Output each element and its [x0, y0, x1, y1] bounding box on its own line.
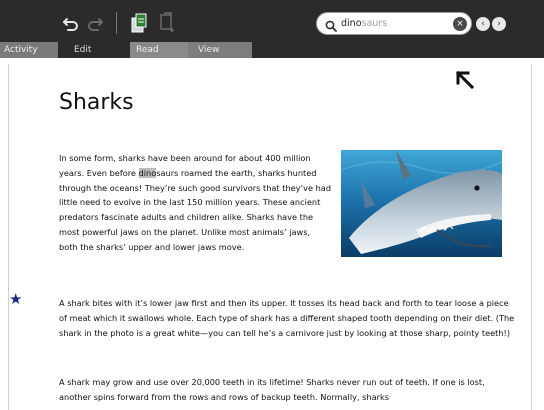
mouse-pointer-icon	[455, 70, 475, 94]
search-typed-text: dino	[341, 18, 362, 29]
tab-edit[interactable]: Edit	[58, 42, 114, 58]
find-previous-button[interactable]: ‹	[476, 17, 490, 31]
tab-activity[interactable]: Activity	[0, 42, 58, 58]
tab-read[interactable]: Read	[130, 42, 188, 58]
search-input[interactable]: dinosaurs	[341, 17, 387, 31]
shark-photo	[341, 150, 502, 257]
paste-icon[interactable]	[156, 11, 178, 35]
redo-icon[interactable]	[84, 12, 106, 34]
clear-search-icon[interactable]: ×	[453, 17, 467, 31]
search-match-highlight: dino	[138, 167, 157, 178]
toolbar: dinosaurs × ‹ ›	[0, 0, 544, 42]
paragraph-1: In some form, sharks have been around fo…	[59, 151, 331, 255]
paragraph-3: A shark may grow and use over 20,000 tee…	[59, 377, 485, 402]
tab-view[interactable]: View	[188, 42, 252, 58]
undo-icon[interactable]	[60, 12, 82, 34]
search-completion-text: saurs	[361, 18, 388, 29]
copy-icon[interactable]	[128, 11, 150, 35]
tab-bar: Activity Edit Read View	[0, 42, 544, 58]
find-next-button[interactable]: ›	[492, 17, 506, 31]
search-icon	[325, 17, 337, 36]
document-title: Sharks	[59, 90, 134, 115]
left-page-border	[8, 64, 9, 410]
paragraph-2: A shark bites with it’s lower jaw first …	[59, 298, 515, 338]
paragraph-1-text-b: saurs roamed the earth, sharks hunted th…	[59, 167, 332, 252]
search-field[interactable]: dinosaurs ×	[316, 12, 472, 35]
toolbar-separator	[116, 12, 117, 34]
right-page-border	[531, 64, 532, 410]
bookmark-star-icon[interactable]: ★	[9, 292, 22, 307]
